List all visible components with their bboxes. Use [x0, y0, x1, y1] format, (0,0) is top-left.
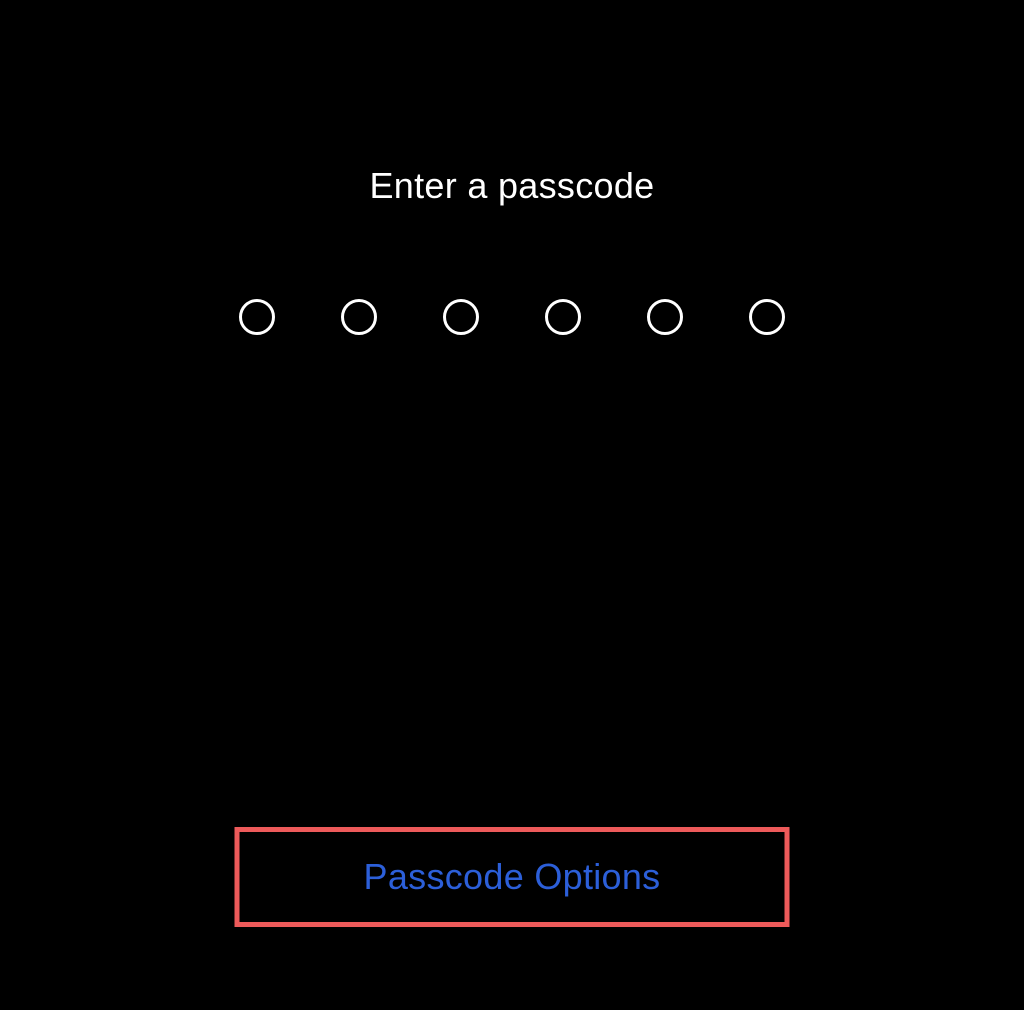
passcode-options-button[interactable]: Passcode Options	[364, 856, 661, 898]
passcode-dot-6	[749, 299, 785, 335]
passcode-input-dots[interactable]	[239, 299, 785, 335]
passcode-dot-1	[239, 299, 275, 335]
passcode-dot-5	[647, 299, 683, 335]
passcode-dot-2	[341, 299, 377, 335]
passcode-options-highlight: Passcode Options	[235, 827, 790, 927]
passcode-dot-4	[545, 299, 581, 335]
passcode-title: Enter a passcode	[370, 165, 655, 207]
passcode-dot-3	[443, 299, 479, 335]
